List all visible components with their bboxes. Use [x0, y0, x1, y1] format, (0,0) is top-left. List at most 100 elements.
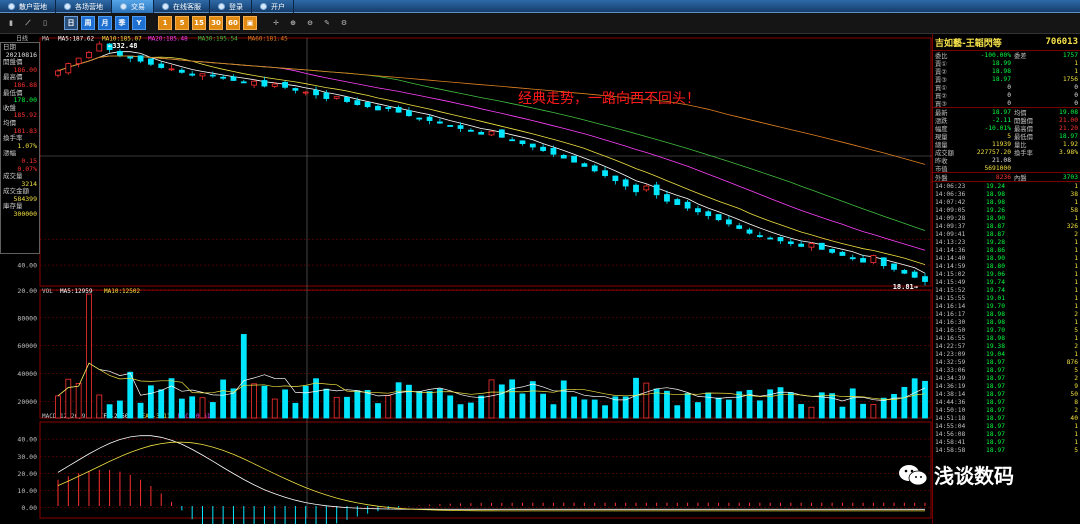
candle-body [829, 248, 836, 253]
candle-body [457, 125, 464, 129]
tick-volume: 5 [1074, 366, 1078, 374]
candle-body [767, 237, 774, 240]
bar-chart-icon[interactable]: ▮ [4, 16, 18, 30]
quote-value: 21.08 [992, 156, 1011, 164]
quarter-icon[interactable]: 季 [115, 16, 129, 30]
tab-4[interactable]: 登录 [210, 0, 252, 13]
minute-30-icon[interactable]: 30 [209, 16, 223, 30]
volume-bar [787, 392, 794, 419]
ma-legend-ma20: MA20:185.48 [148, 36, 188, 43]
minute-60-icon[interactable]: 60 [226, 16, 240, 30]
y-tick-label: 0.00 [21, 504, 37, 512]
minute-5-icon[interactable]: 5 [175, 16, 189, 30]
volume-bar [178, 398, 185, 419]
tick-time: 14:15:02 [935, 270, 966, 278]
tab-1[interactable]: 各场营地 [56, 0, 112, 13]
volume-bar [75, 383, 82, 419]
tick-time: 14:58:58 [935, 446, 966, 454]
daily-kline-icon[interactable]: 日 [64, 16, 78, 30]
tick-price: 18.97 [986, 406, 1005, 414]
draw-tool-icon[interactable]: ✎ [320, 16, 334, 30]
candle-body [209, 74, 216, 77]
volume-bar [127, 371, 134, 419]
volume-bar [147, 385, 154, 419]
quote-value: 18.99 [992, 59, 1011, 67]
tab-5[interactable]: 开户 [252, 0, 294, 13]
candle-icon[interactable]: ▯ [38, 16, 52, 30]
outer-volume-value: 8236 [995, 173, 1011, 181]
tab-0[interactable]: 散户营地 [0, 0, 56, 13]
year-icon[interactable]: Y [132, 16, 146, 30]
lock-period-icon[interactable]: ▣ [243, 16, 257, 30]
tick-volume: 2 [1074, 374, 1078, 382]
candle-body [540, 146, 547, 151]
candle-body [571, 155, 577, 163]
tab-icon [120, 3, 127, 10]
candle-body [664, 194, 670, 202]
y-tick-label: 20.00 [17, 287, 37, 295]
volume-bar [364, 390, 371, 419]
tick-time: 14:22:57 [935, 342, 966, 350]
tick-time: 14:09:05 [935, 206, 966, 214]
settings-gear-icon[interactable]: ⚙ [337, 16, 351, 30]
monthly-icon[interactable]: 月 [98, 16, 112, 30]
candle-body [478, 131, 485, 135]
zoom-in-icon[interactable]: ⊕ [286, 16, 300, 30]
quote-value-2: 1756 [1062, 75, 1078, 83]
quote-value-2: 3.98% [1059, 148, 1078, 156]
tick-time: 14:16:17 [935, 310, 966, 318]
quote-value: 0 [1007, 83, 1011, 91]
tab-label: 交易 [131, 2, 145, 11]
tick-row: 14:55:04 18.97 1 [933, 422, 1080, 430]
volume-bar [65, 378, 72, 419]
tick-price: 18.98 [986, 310, 1005, 318]
volume-bar [725, 399, 732, 419]
ma-legend-ma5: MA5:187.62 [58, 36, 95, 43]
candle-body [251, 80, 258, 86]
zoom-out-icon[interactable]: ⊖ [303, 16, 317, 30]
weekly-icon[interactable]: 周 [81, 16, 95, 30]
tick-time: 14:32:59 [935, 358, 966, 366]
tick-volume: 1 [1074, 254, 1078, 262]
top-tab-bar: 散户营地 各场营地 交易 在线客服 登录 开户 [0, 0, 1080, 13]
line-chart-icon[interactable]: ⟋ [21, 16, 35, 30]
candle-body [447, 125, 454, 127]
volume-bar [643, 382, 650, 419]
tick-price: 18.98 [986, 318, 1005, 326]
volume-bar [922, 380, 928, 419]
volume-bar [591, 399, 598, 419]
minute-1-icon[interactable]: 1 [158, 16, 172, 30]
volume-bar [798, 404, 805, 419]
volume-bar [695, 402, 701, 419]
bar-info-panel: 日期 20210816 開盤價 186.00 最高價 186.88 最低價 178.00 收盤 1… [0, 42, 40, 254]
candle-body [756, 235, 763, 238]
quote-value-2: 0 [1074, 83, 1078, 91]
minute-15-icon[interactable]: 15 [192, 16, 206, 30]
tick-time: 14:44:36 [935, 398, 966, 406]
quote-value: 227757.20 [976, 148, 1011, 156]
volume-bar [426, 391, 433, 419]
tick-time: 14:34:39 [935, 374, 966, 382]
tick-row: 14:16:17 18.98 2 [933, 310, 1080, 318]
candle-body [684, 201, 691, 209]
tab-2[interactable]: 交易 [112, 0, 154, 13]
tick-volume: 1 [1074, 334, 1078, 342]
tick-list[interactable]: 14:06:23 19.24 1 14:06:36 18.98 38 14:07:42 18.… [933, 181, 1080, 454]
volume-bar [251, 383, 258, 419]
candle-body [911, 271, 918, 278]
tick-row: 14:14:40 18.90 1 [933, 254, 1080, 262]
candle-body [787, 241, 794, 244]
candle-body [901, 270, 908, 274]
volume-bar [240, 334, 247, 419]
volume-bar [664, 390, 670, 419]
candle-body [746, 229, 753, 234]
crosshair-icon[interactable]: ✛ [269, 16, 283, 30]
candle-body [849, 257, 856, 260]
tab-3[interactable]: 在线客服 [154, 0, 210, 13]
volume-bar [271, 398, 278, 419]
tab-label: 散户营地 [19, 2, 47, 11]
candle-body [158, 63, 165, 68]
volume-bar [602, 405, 608, 419]
tick-row: 14:38:14 18.97 50 [933, 390, 1080, 398]
kline-chart[interactable]: 60.0040.0020.008000060000400002000040.00… [0, 34, 932, 524]
